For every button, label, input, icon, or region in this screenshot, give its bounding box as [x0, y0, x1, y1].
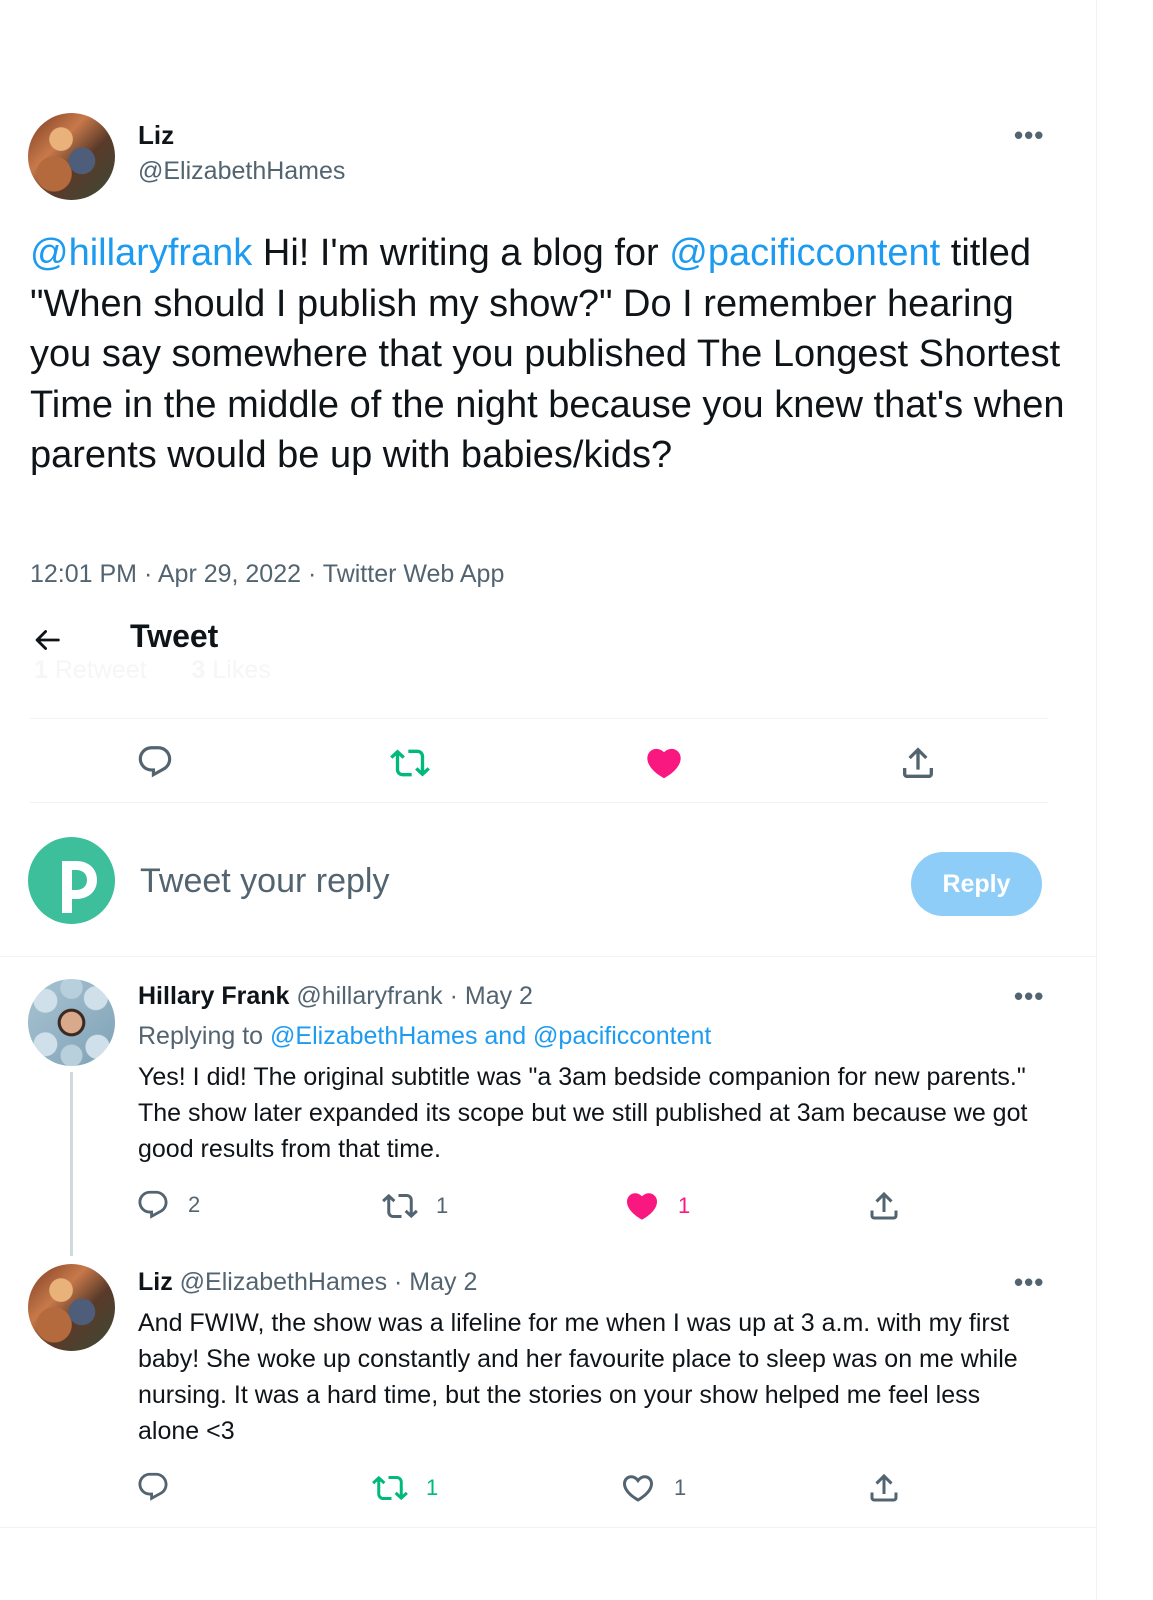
share-button[interactable]	[866, 1188, 902, 1224]
reply-submit-button[interactable]: Reply	[911, 852, 1042, 916]
reply-date[interactable]: · May 2	[387, 1268, 477, 1296]
reply-icon	[138, 1190, 168, 1219]
reply-author-name[interactable]: Liz	[138, 1268, 173, 1296]
divider	[30, 802, 1048, 803]
retweet-button[interactable]: 1	[382, 1188, 448, 1224]
author-handle[interactable]: @ElizabethHames	[138, 157, 345, 186]
more-options-icon[interactable]: •••	[1014, 1267, 1044, 1298]
retweet-icon	[382, 1193, 418, 1219]
reply-button[interactable]	[136, 1470, 170, 1504]
share-icon	[870, 1473, 898, 1502]
like-stat[interactable]: 3 Likes	[192, 656, 271, 684]
tweet-text: @hillaryfrank Hi! I'm writing a blog for…	[30, 228, 1070, 481]
reply-avatar[interactable]	[28, 1264, 115, 1351]
like-stat-label: Likes	[205, 656, 271, 684]
heart-filled-icon	[647, 748, 681, 779]
more-options-icon[interactable]: •••	[1014, 981, 1044, 1012]
pacific-content-logo-icon	[62, 861, 97, 913]
retweet-count: 1	[436, 1193, 449, 1218]
author-name[interactable]: Liz	[138, 120, 174, 151]
like-button[interactable]	[644, 743, 684, 783]
reply-button[interactable]	[136, 743, 174, 781]
reply-count: 2	[188, 1192, 201, 1217]
divider	[0, 1527, 1096, 1528]
current-user-avatar[interactable]	[28, 837, 115, 924]
reply-text: Yes! I did! The original subtitle was "a…	[138, 1063, 1028, 1163]
column-border	[1096, 0, 1097, 1600]
reply-button[interactable]: 2	[136, 1188, 200, 1222]
reply-header: Hillary Frank @hillaryfrank · May 2	[138, 982, 533, 1011]
reply-header: Liz @ElizabethHames · May 2	[138, 1268, 477, 1297]
reply-author-name[interactable]: Hillary Frank	[138, 982, 289, 1010]
tweet-page: Liz @ElizabethHames ••• @hillaryfrank Hi…	[0, 0, 1096, 1600]
reply-text: And FWIW, the show was a lifeline for me…	[138, 1309, 1018, 1445]
share-icon	[870, 1191, 898, 1220]
like-button[interactable]: 1	[624, 1188, 690, 1224]
heart-filled-icon	[626, 1193, 658, 1220]
retweet-stat-count: 1	[34, 656, 48, 684]
share-button[interactable]	[866, 1470, 902, 1506]
retweet-icon	[390, 749, 430, 777]
tweet-source[interactable]: Twitter Web App	[323, 560, 505, 588]
reply-icon	[138, 1472, 168, 1501]
page-title: Tweet	[130, 618, 219, 654]
thread-connector	[70, 1072, 73, 1256]
share-icon	[903, 747, 933, 778]
reply-icon	[138, 746, 172, 778]
meta-separator: ·	[301, 560, 323, 588]
meta-separator: ·	[137, 560, 158, 588]
reply-date[interactable]: · May 2	[443, 982, 533, 1010]
author-avatar[interactable]	[28, 113, 115, 200]
arrow-left-icon	[35, 630, 60, 650]
share-button[interactable]	[898, 743, 938, 783]
like-stat-count: 3	[191, 656, 206, 684]
reply-author-handle[interactable]: @ElizabethHames	[173, 1268, 387, 1296]
retweet-button[interactable]	[390, 743, 430, 783]
tweet-stats: 1 Retweet 3 Likes	[34, 656, 309, 685]
divider	[0, 956, 1096, 957]
reply-input[interactable]: Tweet your reply	[140, 862, 389, 901]
replying-to: Replying to @ElizabethHames and @pacific…	[138, 1022, 711, 1051]
replying-targets[interactable]: @ElizabethHames and @pacificcontent	[270, 1022, 711, 1050]
tweet-meta: 12:01 PM · Apr 29, 2022 · Twitter Web Ap…	[30, 560, 504, 589]
retweet-stat[interactable]: 1 Retweet	[34, 656, 147, 684]
replying-prefix: Replying to	[138, 1022, 271, 1050]
like-count: 1	[678, 1193, 691, 1218]
more-options-icon[interactable]: •••	[1014, 120, 1044, 151]
retweet-icon	[372, 1475, 408, 1501]
divider	[30, 718, 1048, 719]
mention-link[interactable]: @hillaryfrank	[30, 232, 252, 274]
like-button[interactable]: 1	[620, 1470, 686, 1506]
like-count: 1	[674, 1475, 687, 1500]
retweet-stat-label: Retweet	[47, 656, 147, 684]
tweet-time[interactable]: 12:01 PM	[30, 560, 137, 588]
tweet-text-part: Hi! I'm writing a blog for	[252, 232, 670, 274]
tweet-date[interactable]: Apr 29, 2022	[158, 560, 301, 588]
retweet-button[interactable]: 1	[372, 1470, 438, 1506]
reply-author-handle[interactable]: @hillaryfrank	[289, 982, 442, 1010]
retweet-count: 1	[426, 1475, 439, 1500]
heart-outline-icon	[622, 1475, 654, 1502]
reply-avatar[interactable]	[28, 979, 115, 1066]
mention-link[interactable]: @pacificcontent	[669, 232, 940, 274]
